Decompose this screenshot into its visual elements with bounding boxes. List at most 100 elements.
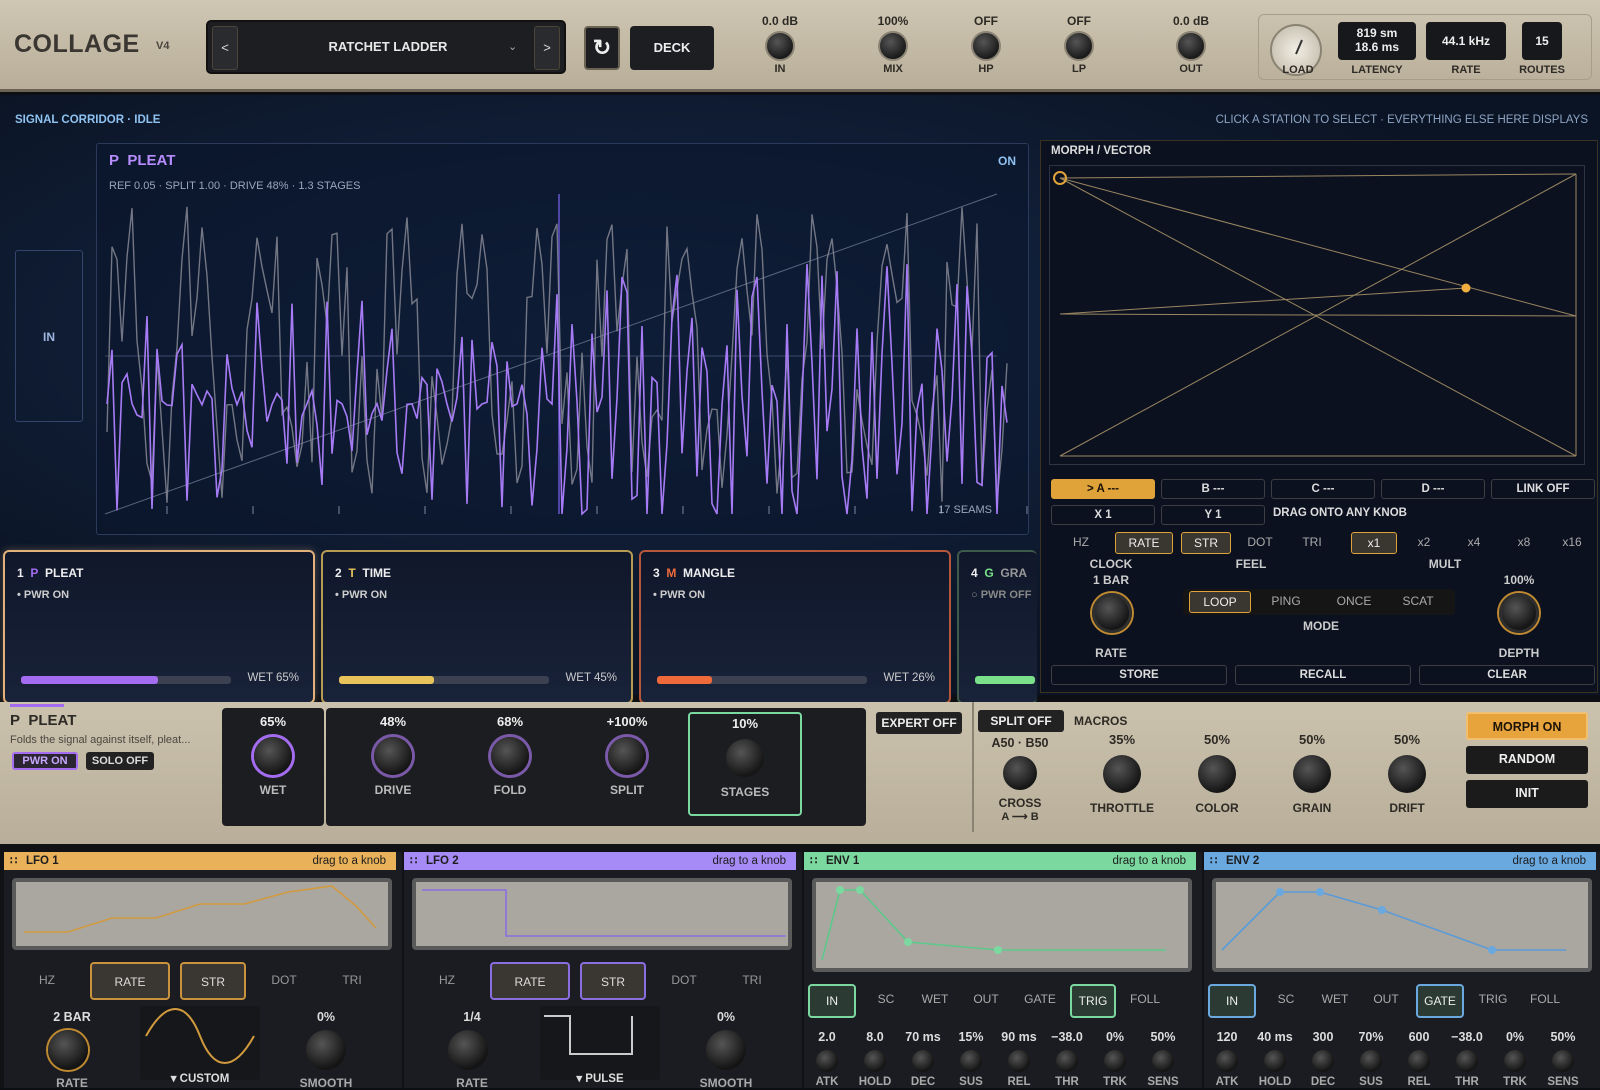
mult-x1-toggle[interactable]: x1 (1351, 532, 1397, 554)
knob-dial[interactable] (254, 737, 292, 775)
knob-dial[interactable] (1504, 1050, 1526, 1072)
knob-dial[interactable] (1312, 1050, 1334, 1072)
drift-macro-knob[interactable]: 50% DRIFT (1352, 732, 1462, 815)
env2-thr-knob[interactable]: −38.0 THR (1444, 1030, 1490, 1088)
feel-triplet-toggle[interactable]: TRI (1289, 532, 1335, 554)
drag-handle-icon[interactable]: ∷ (810, 852, 817, 870)
lfo1-hz-toggle[interactable]: HZ (8, 962, 86, 1000)
clock-rate-toggle[interactable]: RATE (1115, 532, 1173, 554)
knob-dial[interactable] (765, 31, 795, 61)
split-knob[interactable]: +100% SPLIT (572, 714, 682, 797)
mult-x16-toggle[interactable]: x16 (1549, 532, 1595, 554)
stages-knob[interactable]: 10% STAGES (688, 712, 802, 816)
solo-toggle[interactable]: SOLO OFF (86, 752, 154, 770)
env2-header[interactable]: ∷ ENV 2 drag to a knob (1204, 852, 1596, 870)
vector-pad[interactable] (1049, 165, 1585, 465)
knob-dial[interactable] (1003, 756, 1037, 790)
env1-header[interactable]: ∷ ENV 1 drag to a knob (804, 852, 1196, 870)
mix-knob[interactable]: 100% MIX (865, 14, 921, 75)
station-power-status[interactable]: • PWR ON (653, 589, 705, 601)
chevron-down-icon[interactable]: ⌄ (508, 22, 517, 72)
env1-node[interactable] (904, 938, 912, 946)
knob-dial[interactable] (878, 31, 908, 61)
input-node[interactable]: IN (15, 250, 83, 422)
env1-trig-toggle[interactable]: TRIG (1070, 984, 1116, 1018)
throttle-macro-knob[interactable]: 35% THROTTLE (1067, 732, 1177, 815)
env1-node[interactable] (856, 886, 864, 894)
cross-knob[interactable]: A50 · B50 CROSS A ⟶ B (972, 736, 1068, 823)
init-button[interactable]: INIT (1466, 780, 1588, 808)
knob-dial[interactable] (1456, 1050, 1478, 1072)
env1-sus-knob[interactable]: 15% SUS (948, 1030, 994, 1088)
lfo2-header[interactable]: ∷ LFO 2 drag to a knob (404, 852, 796, 870)
knob-dial[interactable] (1360, 1050, 1382, 1072)
env1-rel-knob[interactable]: 90 ms REL (996, 1030, 1042, 1088)
env2-atk-knob[interactable]: 120 ATK (1204, 1030, 1250, 1088)
grain-macro-knob[interactable]: 50% GRAIN (1257, 732, 1367, 815)
lfo2-smooth-knob[interactable] (706, 1030, 746, 1070)
slot-a-button[interactable]: > A --- (1051, 479, 1155, 499)
env2-trk-knob[interactable]: 0% TRK (1492, 1030, 1538, 1088)
knob-dial[interactable] (1264, 1050, 1286, 1072)
knob-dial[interactable] (864, 1050, 886, 1072)
station-card-pleat[interactable]: 1 P PLEAT • PWR ON WET 65% (3, 550, 315, 704)
deck-button[interactable]: DECK (630, 26, 714, 70)
slot-b-button[interactable]: B --- (1161, 479, 1265, 499)
prev-preset-button[interactable]: < (212, 26, 238, 70)
station-card-time[interactable]: 2 T TIME • PWR ON WET 45% (321, 550, 633, 704)
lfo2-straight-toggle[interactable]: STR (580, 962, 646, 1000)
lfo1-smooth-knob[interactable] (306, 1030, 346, 1070)
env2-node[interactable] (1378, 906, 1386, 914)
env1-node[interactable] (836, 886, 844, 894)
y-mod-source[interactable]: Y 1 (1161, 505, 1265, 525)
station-state[interactable]: ON (998, 154, 1016, 168)
env2-foll-toggle[interactable]: FOLL (1522, 984, 1568, 1018)
env2-sens-knob[interactable]: 50% SENS (1540, 1030, 1586, 1088)
morph-depth-knob[interactable] (1499, 593, 1539, 633)
knob-dial[interactable] (1198, 755, 1236, 793)
knob-dial[interactable] (1388, 755, 1426, 793)
lfo1-rate-knob[interactable] (48, 1030, 88, 1070)
preset-name[interactable]: RATCHET LADDER (248, 22, 528, 72)
wet-knob[interactable]: 65% WET (218, 714, 328, 797)
clock-hz-toggle[interactable]: HZ (1057, 532, 1105, 554)
drag-handle-icon[interactable]: ∷ (1210, 852, 1217, 870)
station-card-grain[interactable]: 4 G GRA ○ PWR OFF (957, 550, 1037, 704)
knob-dial[interactable] (971, 31, 1001, 61)
clear-button[interactable]: CLEAR (1419, 665, 1595, 685)
mult-x8-toggle[interactable]: x8 (1501, 532, 1547, 554)
knob-dial[interactable] (912, 1050, 934, 1072)
lfo1-header[interactable]: ∷ LFO 1 drag to a knob (4, 852, 396, 870)
knob-dial[interactable] (608, 737, 646, 775)
knob-dial[interactable] (1408, 1050, 1430, 1072)
input-gain-knob[interactable]: 0.0 dB IN (752, 14, 808, 75)
power-toggle[interactable]: PWR ON (12, 752, 78, 770)
mode-ping-toggle[interactable]: PING (1255, 591, 1317, 613)
lfo2-shape-selector[interactable]: ▾ PULSE (540, 1006, 660, 1085)
env1-wet-toggle[interactable]: WET (912, 984, 958, 1018)
lfo2-dotted-toggle[interactable]: DOT (654, 962, 714, 1000)
lfo2-hz-toggle[interactable]: HZ (408, 962, 486, 1000)
env1-trk-knob[interactable]: 0% TRK (1092, 1030, 1138, 1088)
env2-node[interactable] (1316, 888, 1324, 896)
knob-dial[interactable] (1064, 31, 1094, 61)
knob-dial[interactable] (1293, 755, 1331, 793)
lfo1-dotted-toggle[interactable]: DOT (254, 962, 314, 1000)
drive-knob[interactable]: 48% DRIVE (338, 714, 448, 797)
lfo2-shape-display[interactable] (412, 878, 792, 950)
store-button[interactable]: STORE (1051, 665, 1227, 685)
preset-selector[interactable]: < RATCHET LADDER ⌄ > (206, 20, 566, 74)
knob-dial[interactable] (960, 1050, 982, 1072)
link-toggle[interactable]: LINK OFF (1491, 479, 1595, 499)
lfo1-rate-toggle[interactable]: RATE (90, 962, 170, 1000)
vector-position-dot[interactable] (1461, 283, 1471, 293)
mode-loop-toggle[interactable]: LOOP (1189, 591, 1251, 613)
station-card-mangle[interactable]: 3 M MANGLE • PWR ON WET 26% (639, 550, 951, 704)
slot-d-button[interactable]: D --- (1381, 479, 1485, 499)
knob-dial[interactable] (1056, 1050, 1078, 1072)
morph-toggle[interactable]: MORPH ON (1466, 712, 1588, 740)
env1-node[interactable] (994, 946, 1002, 954)
mode-once-toggle[interactable]: ONCE (1323, 591, 1385, 613)
env2-in-toggle[interactable]: IN (1208, 984, 1256, 1018)
lfo2-rate-toggle[interactable]: RATE (490, 962, 570, 1000)
